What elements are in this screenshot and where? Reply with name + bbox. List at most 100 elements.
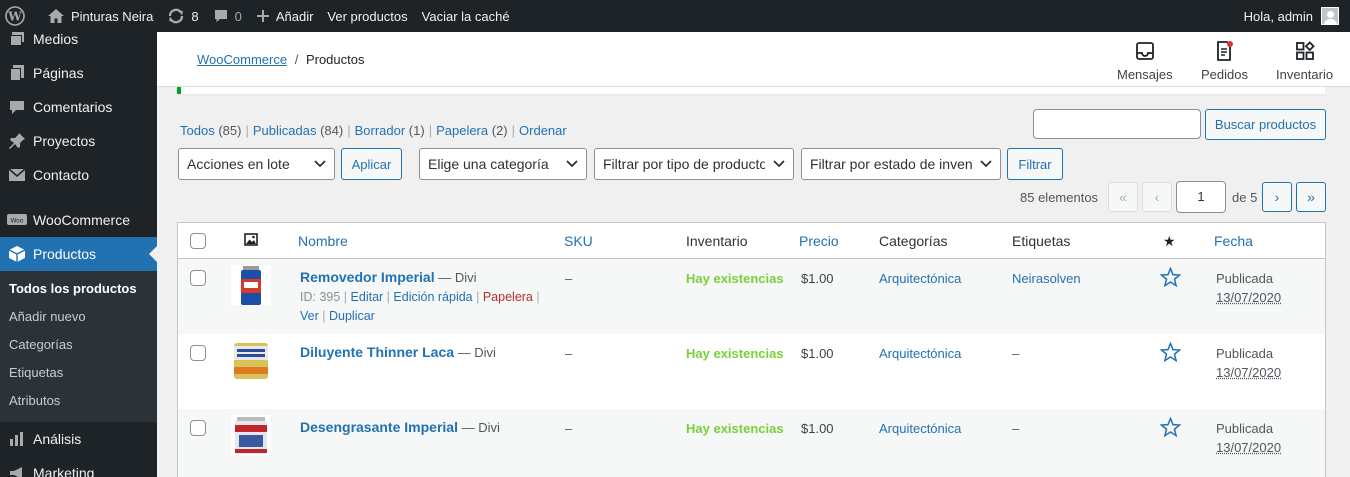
category-link[interactable]: Arquitectónica [879, 271, 961, 286]
date-cell: Publicada 13/07/2020 [1216, 269, 1281, 307]
product-type-select[interactable]: Filtrar por tipo de producto [594, 148, 794, 180]
view-label: Ordenar [519, 123, 567, 138]
comments-link[interactable]: 0 [206, 0, 249, 32]
inbox-icon [1134, 40, 1156, 62]
product-id: ID: 395 [300, 290, 340, 304]
breadcrumb-separator: / [295, 52, 299, 67]
messages-button[interactable]: Mensajes [1117, 40, 1173, 82]
product-name-link[interactable]: Diluyente Thinner Laca [300, 344, 454, 360]
featured-star-icon[interactable] [1160, 342, 1181, 365]
category-link[interactable]: Arquitectónica [879, 421, 961, 436]
clear-cache-label: Vaciar la caché [422, 9, 510, 24]
chevron-down-icon [972, 160, 1000, 168]
publish-date: 13/07/2020 [1216, 438, 1281, 457]
breadcrumb-woocommerce-link[interactable]: WooCommerce [197, 52, 287, 67]
user-menu[interactable]: Hola, admin [1237, 0, 1350, 32]
featured-star-icon[interactable] [1160, 417, 1181, 440]
product-thumbnail[interactable] [231, 340, 271, 380]
apply-button[interactable]: Aplicar [341, 148, 402, 180]
media-icon [7, 32, 27, 49]
current-page-input[interactable]: 1 [1176, 181, 1226, 213]
clear-cache-link[interactable]: Vaciar la caché [415, 0, 517, 32]
quick-edit-link[interactable]: Edición rápida [393, 290, 472, 304]
table-row: Diluyente Thinner Laca — Divi – Hay exis… [178, 334, 1326, 409]
select-all-checkbox[interactable] [190, 233, 206, 249]
select-value: Filtrar por tipo de producto [603, 156, 765, 172]
stock-status: Hay existencias [686, 271, 784, 286]
row-checkbox[interactable] [190, 345, 206, 361]
sidebar-item-products[interactable]: Productos [0, 237, 157, 271]
view-separator: | [429, 123, 432, 138]
updates-link[interactable]: 8 [160, 0, 205, 32]
sidebar-item-label: Comentarios [33, 99, 112, 115]
category-link[interactable]: Arquitectónica [879, 346, 961, 361]
action-separator: | [322, 309, 325, 323]
products-submenu: Todos los productos Añadir nuevo Categor… [0, 271, 157, 422]
total-pages: de 5 [1232, 190, 1257, 205]
duplicate-link[interactable]: Duplicar [329, 309, 375, 323]
view-count: (2) [492, 123, 508, 138]
sidebar-item-comments[interactable]: Comentarios [0, 90, 157, 124]
search-input[interactable] [1033, 109, 1201, 139]
view-trash-link[interactable]: Papelera [436, 123, 488, 138]
sidebar-item-marketing[interactable]: Marketing [0, 456, 157, 477]
product-thumbnail[interactable] [231, 265, 271, 305]
submenu-categories[interactable]: Categorías [0, 331, 157, 359]
publish-status: Publicada [1216, 344, 1281, 363]
sidebar-item-label: Análisis [33, 431, 81, 447]
last-page-button[interactable]: » [1296, 182, 1326, 212]
column-price[interactable]: Precio [799, 233, 839, 249]
price-cell: $1.00 [801, 421, 834, 436]
category-select[interactable]: Elige una categoría [419, 148, 587, 180]
sidebar-item-media[interactable]: Medios [0, 32, 157, 56]
submenu-tags[interactable]: Etiquetas [0, 359, 157, 387]
sidebar-item-contact[interactable]: Contacto [0, 158, 157, 192]
submenu-all-products[interactable]: Todos los productos [0, 275, 157, 303]
woocommerce-header: WooCommerce / Productos Mensajes Pedidos… [157, 32, 1350, 87]
featured-star-icon[interactable] [1160, 267, 1181, 290]
tag-link[interactable]: Neirasolven [1012, 271, 1081, 286]
inventory-button[interactable]: Inventario [1276, 40, 1333, 82]
submenu-add-new[interactable]: Añadir nuevo [0, 303, 157, 331]
action-separator: | [476, 290, 479, 304]
orders-button[interactable]: Pedidos [1201, 40, 1248, 82]
sidebar-item-woocommerce[interactable]: Woo WooCommerce [0, 203, 157, 237]
filter-button[interactable]: Filtrar [1007, 148, 1063, 180]
next-page-button[interactable]: › [1262, 182, 1292, 212]
view-all-link[interactable]: Todos [180, 123, 215, 138]
search-products-button[interactable]: Buscar productos [1205, 109, 1326, 140]
view-sort-link[interactable]: Ordenar [519, 123, 567, 138]
products-table: Nombre SKU Inventario Precio Categorías … [177, 222, 1326, 477]
add-new-link[interactable]: Añadir [249, 0, 321, 32]
view-link[interactable]: Ver [300, 309, 319, 323]
product-theme-suffix: — Divi [458, 345, 496, 360]
wordpress-logo-icon[interactable]: W [0, 0, 40, 32]
site-name-link[interactable]: Pinturas Neira [40, 0, 160, 32]
home-icon [47, 8, 65, 24]
column-date[interactable]: Fecha [1214, 233, 1253, 249]
trash-link[interactable]: Papelera [483, 290, 533, 304]
view-published-link[interactable]: Publicadas [253, 123, 317, 138]
column-name[interactable]: Nombre [298, 233, 348, 249]
edit-link[interactable]: Editar [351, 290, 384, 304]
comments-count: 0 [235, 9, 242, 24]
comments-icon [7, 97, 27, 117]
product-thumbnail[interactable] [231, 415, 271, 455]
row-checkbox[interactable] [190, 420, 206, 436]
sidebar-item-analytics[interactable]: Análisis [0, 422, 157, 456]
product-name-link[interactable]: Removedor Imperial [300, 269, 435, 285]
publish-date: 13/07/2020 [1216, 288, 1281, 307]
view-products-link[interactable]: Ver productos [320, 0, 414, 32]
row-checkbox[interactable] [190, 270, 206, 286]
stock-status-select[interactable]: Filtrar por estado de inventario [801, 148, 1001, 180]
view-draft-link[interactable]: Borrador [355, 123, 406, 138]
sidebar-item-projects[interactable]: Proyectos [0, 124, 157, 158]
column-featured-star[interactable]: ★ [1163, 233, 1176, 250]
product-name-link[interactable]: Desengrasante Imperial [300, 419, 458, 435]
column-sku[interactable]: SKU [564, 233, 593, 249]
sidebar-item-pages[interactable]: Páginas [0, 56, 157, 90]
view-count: (85) [218, 123, 241, 138]
product-name-cell: Removedor Imperial — Divi [300, 269, 477, 285]
submenu-attributes[interactable]: Atributos [0, 387, 157, 415]
bulk-actions-select[interactable]: Acciones en lote [178, 148, 335, 180]
